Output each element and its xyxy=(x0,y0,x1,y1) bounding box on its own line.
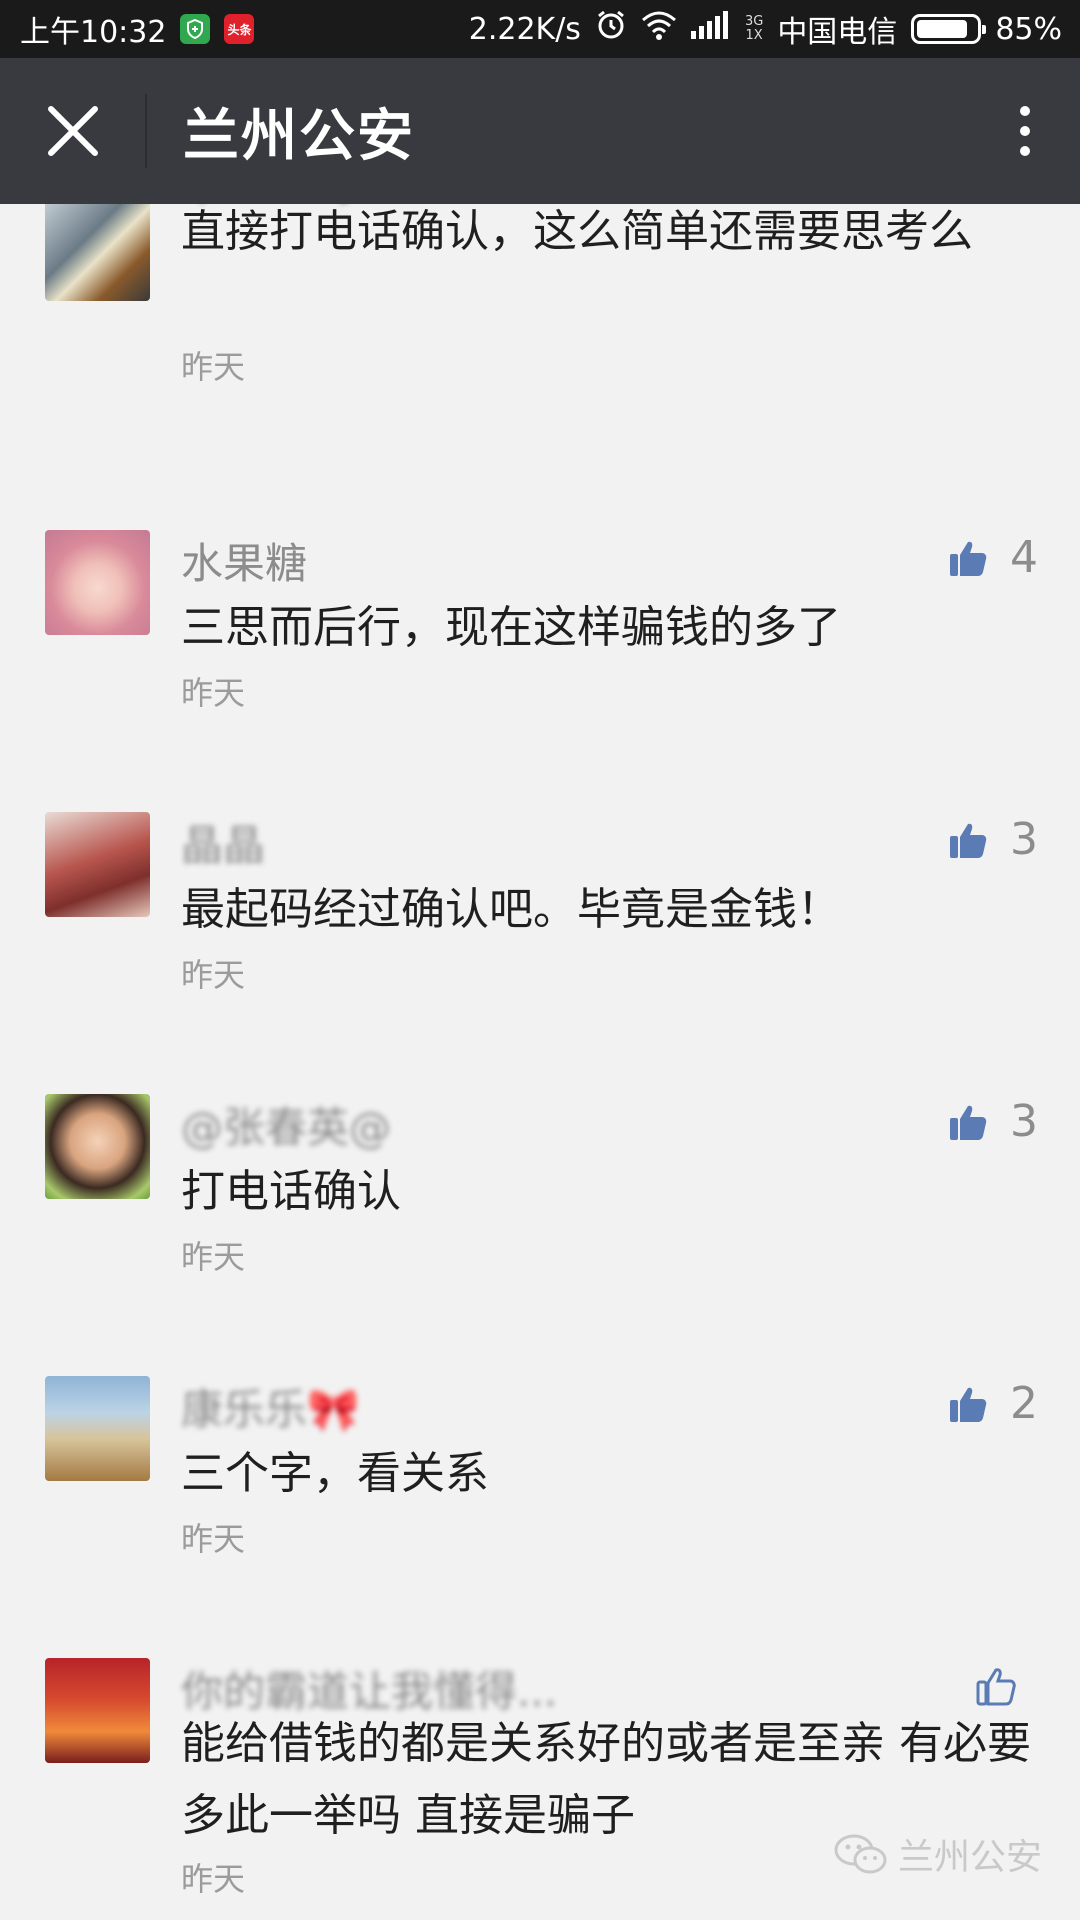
thumbs-up-icon xyxy=(950,1105,987,1140)
status-bar: 上午10:32 头条 2.22K/s 3G 1X 中国电信 85% xyxy=(0,0,1080,58)
net-speed: 2.22K/s xyxy=(468,11,581,47)
like-count: 3 xyxy=(1010,814,1038,865)
comment-item: qianniuyuan 4 直接打电话确认，这么简单还需要思考么 昨天 xyxy=(0,204,1080,446)
comments-list: qianniuyuan 4 直接打电话确认，这么简单还需要思考么 昨天 水果糖 … xyxy=(0,204,1080,1920)
wifi-icon xyxy=(641,10,677,48)
avatar[interactable] xyxy=(45,812,150,917)
like-button[interactable]: 2 xyxy=(948,1378,1038,1429)
battery-fill xyxy=(917,20,967,38)
like-count: 3 xyxy=(1010,1096,1038,1147)
watermark: 兰州公安 xyxy=(834,1828,1042,1880)
comment-text: 打电话确认 xyxy=(181,1166,401,1217)
close-button[interactable] xyxy=(0,58,145,204)
avatar[interactable] xyxy=(45,1658,150,1763)
like-button[interactable]: 3 xyxy=(948,1096,1038,1147)
watermark-text: 兰州公安 xyxy=(897,1837,1042,1878)
comment-time: 昨天 xyxy=(181,1238,246,1276)
comment-time: 昨天 xyxy=(181,674,246,712)
like-button[interactable]: 3 xyxy=(948,814,1038,865)
shield-app-icon xyxy=(180,14,211,44)
title-bar: 兰州公安 xyxy=(0,58,1080,204)
comment-author[interactable]: @张春英@ xyxy=(181,1094,391,1155)
like-count: 2 xyxy=(1010,1378,1038,1429)
comment-text: 三思而后行，现在这样骗钱的多了 xyxy=(181,602,841,653)
more-icon-dot xyxy=(1020,126,1030,136)
close-icon xyxy=(47,106,98,156)
carrier: 中国电信 xyxy=(777,15,898,50)
wechat-icon xyxy=(834,1834,887,1874)
more-icon-dot xyxy=(1020,146,1030,156)
comment-time: 昨天 xyxy=(181,1860,246,1898)
comment-item: 晶晶 3 最起码经过确认吧。毕竟是金钱！ 昨天 xyxy=(0,812,1080,1052)
battery-percent: 85% xyxy=(995,11,1062,47)
comment-author[interactable]: 康乐乐🎀 xyxy=(181,1376,359,1437)
avatar[interactable] xyxy=(45,1376,150,1481)
news-app-icon: 头条 xyxy=(224,14,255,44)
comment-item: 康乐乐🎀 2 三个字，看关系 昨天 xyxy=(0,1376,1080,1616)
comment-text: 最起码经过确认吧。毕竟是金钱！ xyxy=(181,884,841,935)
more-icon-dot xyxy=(1020,106,1030,116)
alarm-icon xyxy=(595,9,627,49)
network-type-top: 3G xyxy=(744,14,764,29)
thumbs-up-icon xyxy=(950,1387,987,1422)
comment-text: 直接打电话确认，这么简单还需要思考么 xyxy=(181,206,973,257)
avatar[interactable] xyxy=(45,530,150,635)
comment-item: 你的霸道让我懂得... 能给借钱的都是关系好的或者是至亲 有必要多此一举吗 直接… xyxy=(0,1658,1080,1920)
signal-icon xyxy=(690,11,731,47)
status-time: 上午10:32 xyxy=(20,15,167,50)
comment-author[interactable]: 水果糖 xyxy=(181,530,307,591)
avatar[interactable] xyxy=(45,1094,150,1199)
avatar[interactable] xyxy=(45,204,150,301)
network-type-bottom: 1X xyxy=(745,28,763,43)
page-title: 兰州公安 xyxy=(183,103,415,169)
comment-time: 昨天 xyxy=(181,348,246,386)
comment-item: @张春英@ 3 打电话确认 昨天 xyxy=(0,1094,1080,1334)
battery-icon xyxy=(911,14,987,44)
comment-time: 昨天 xyxy=(181,1520,246,1558)
comment-time: 昨天 xyxy=(181,956,246,994)
thumbs-up-icon xyxy=(976,1668,1016,1706)
network-type: 3G 1X xyxy=(745,15,763,43)
like-button[interactable]: 4 xyxy=(948,532,1038,583)
thumbs-up-icon xyxy=(950,823,987,858)
comment-text: 三个字，看关系 xyxy=(181,1448,489,1499)
comment-author[interactable]: 晶晶 xyxy=(181,812,265,873)
like-button[interactable] xyxy=(976,1666,1038,1706)
more-button[interactable] xyxy=(970,58,1080,204)
like-count: 4 xyxy=(1010,532,1038,583)
thumbs-up-icon xyxy=(950,541,987,576)
comment-item: 水果糖 4 三思而后行，现在这样骗钱的多了 昨天 xyxy=(0,530,1080,770)
